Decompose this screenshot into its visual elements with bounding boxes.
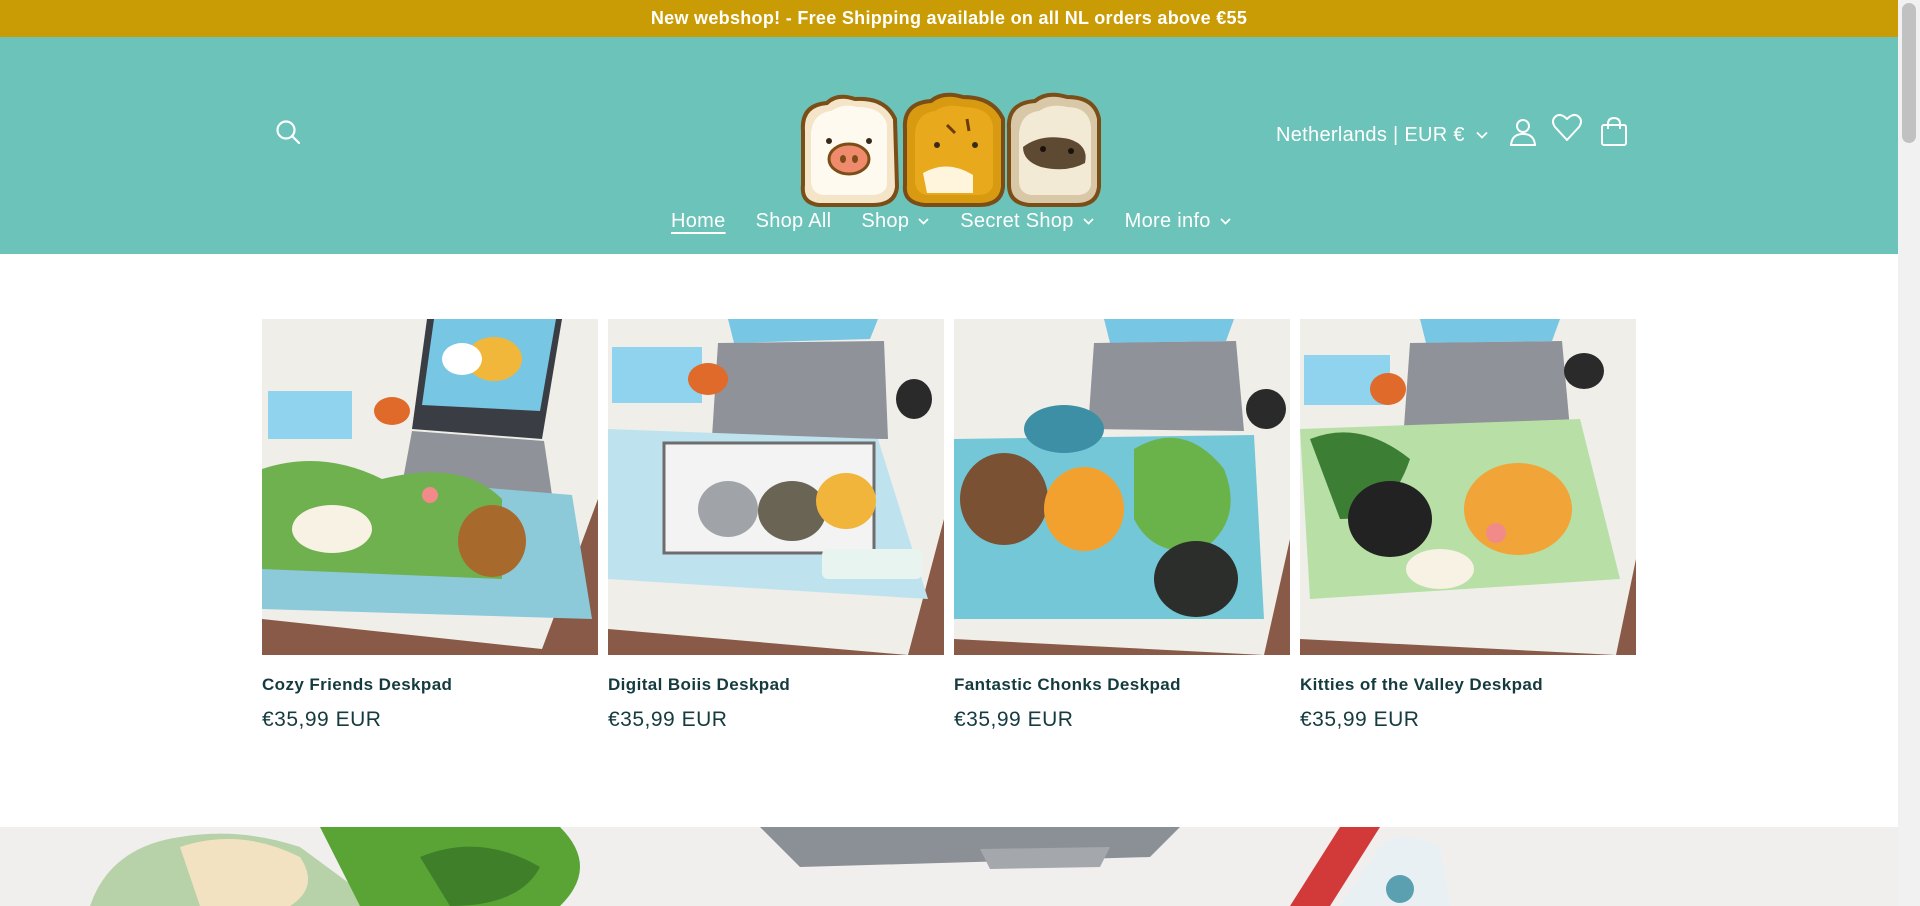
account-icon[interactable] — [1506, 115, 1540, 149]
nav-item-shop[interactable]: Shop — [861, 210, 930, 233]
product-image[interactable] — [1300, 319, 1636, 655]
page-scrollbar[interactable] — [1898, 0, 1920, 906]
nav-item-label: Shop All — [755, 209, 832, 232]
country-selector-label: Netherlands | EUR € — [1276, 123, 1465, 146]
product-title[interactable]: Kitties of the Valley Deskpad — [1300, 675, 1636, 695]
product-title[interactable]: Cozy Friends Deskpad — [262, 675, 598, 695]
product-price: €35,99 EUR — [608, 708, 728, 731]
heart-icon[interactable] — [1550, 111, 1584, 145]
chevron-down-icon — [1476, 131, 1488, 139]
announcement-bar: New webshop! - Free Shipping available o… — [0, 0, 1898, 37]
nav-item-secret-shop[interactable]: Secret Shop — [960, 210, 1094, 233]
nav-item-label: Home — [671, 209, 726, 232]
nav-item-label: Secret Shop — [960, 209, 1074, 232]
store-logo[interactable] — [797, 89, 1103, 215]
hero-banner-image — [0, 827, 1898, 906]
nav-item-label: More info — [1124, 209, 1211, 232]
nav-item-label: Shop — [861, 209, 910, 232]
chevron-down-icon — [1083, 217, 1094, 225]
nav-item-shop-all[interactable]: Shop All — [756, 210, 832, 233]
product-title[interactable]: Digital Boiis Deskpad — [608, 675, 944, 695]
main-nav: Home Shop All Shop Secret Shop More info — [0, 203, 1898, 239]
product-image[interactable] — [954, 319, 1290, 655]
product-image[interactable] — [262, 319, 598, 655]
search-icon[interactable] — [272, 116, 306, 150]
product-card[interactable]: Kitties of the Valley Deskpad €35,99 EUR — [1300, 319, 1636, 732]
chevron-down-icon — [918, 217, 929, 225]
nav-item-home[interactable]: Home — [671, 210, 726, 233]
cart-icon[interactable] — [1597, 115, 1631, 149]
product-grid: Cozy Friends Deskpad €35,99 EUR Digital … — [262, 319, 1638, 739]
nav-item-more-info[interactable]: More info — [1125, 210, 1232, 233]
scrollbar-thumb[interactable] — [1902, 3, 1916, 143]
announcement-text: New webshop! - Free Shipping available o… — [650, 8, 1248, 28]
product-card[interactable]: Fantastic Chonks Deskpad €35,99 EUR — [954, 319, 1290, 732]
chevron-down-icon — [1220, 217, 1231, 225]
product-image[interactable] — [608, 319, 944, 655]
country-selector[interactable]: Netherlands | EUR € — [1276, 120, 1489, 150]
site-header: Netherlands | EUR € Home Shop All Shop S… — [0, 37, 1898, 254]
product-price: €35,99 EUR — [262, 708, 382, 731]
product-price: €35,99 EUR — [1300, 708, 1420, 731]
product-title[interactable]: Fantastic Chonks Deskpad — [954, 675, 1290, 695]
product-card[interactable]: Digital Boiis Deskpad €35,99 EUR — [608, 319, 944, 732]
product-price: €35,99 EUR — [954, 708, 1074, 731]
product-card[interactable]: Cozy Friends Deskpad €35,99 EUR — [262, 319, 598, 732]
